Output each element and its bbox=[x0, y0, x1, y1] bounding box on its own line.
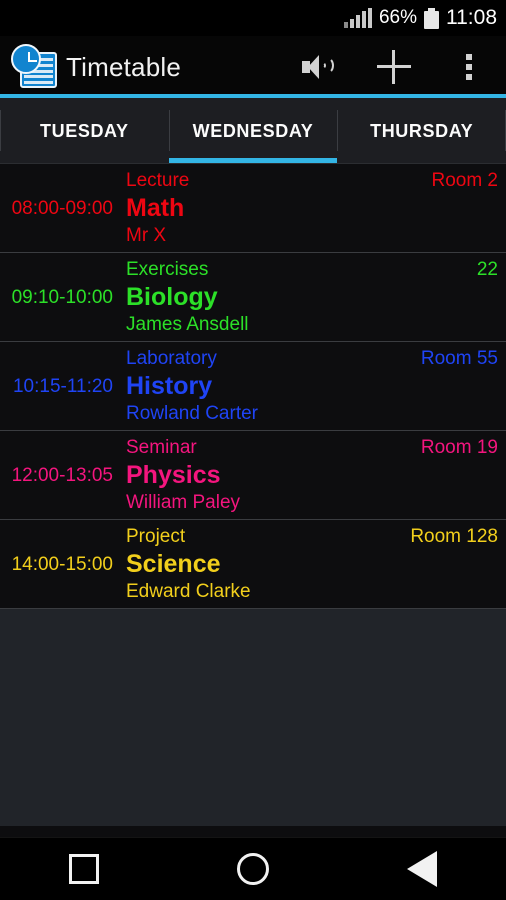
lesson-subject: History bbox=[126, 372, 213, 401]
action-bar-buttons bbox=[281, 36, 506, 98]
lesson-type: Lecture bbox=[126, 170, 190, 192]
lesson-row[interactable]: 08:00-09:00 Lecture Room 2 Math Mr X bbox=[0, 164, 506, 253]
overflow-menu-icon bbox=[465, 54, 472, 80]
lesson-details: Laboratory Room 55 History Rowland Carte… bbox=[126, 342, 498, 431]
action-bar: Timetable bbox=[0, 36, 506, 98]
lesson-row[interactable]: 10:15-11:20 Laboratory Room 55 History R… bbox=[0, 342, 506, 431]
lesson-details: Exercises 22 Biology James Ansdell bbox=[126, 253, 498, 342]
home-circle-icon bbox=[237, 852, 269, 885]
back-button[interactable] bbox=[337, 850, 506, 887]
lesson-type: Exercises bbox=[126, 259, 209, 281]
lesson-row[interactable]: 12:00-13:05 Seminar Room 19 Physics Will… bbox=[0, 431, 506, 520]
lesson-teacher: William Paley bbox=[126, 491, 241, 513]
back-triangle-icon bbox=[406, 850, 437, 887]
lesson-type: Laboratory bbox=[126, 348, 217, 370]
lesson-room: Room 128 bbox=[410, 526, 498, 548]
recents-button[interactable] bbox=[0, 853, 169, 884]
app-screen: 66% 11:08 Timetable TUESDAY WEDNESDAY TH… bbox=[0, 0, 506, 900]
lesson-teacher: Mr X bbox=[126, 224, 167, 246]
day-tabs: TUESDAY WEDNESDAY THURSDAY bbox=[0, 98, 506, 164]
lesson-teacher: Edward Clarke bbox=[126, 580, 251, 602]
app-title: Timetable bbox=[66, 51, 181, 82]
home-button[interactable] bbox=[169, 852, 338, 885]
recents-square-icon bbox=[69, 853, 100, 884]
lesson-room: Room 55 bbox=[420, 348, 498, 370]
tab-tuesday[interactable]: TUESDAY bbox=[0, 98, 169, 164]
tab-wednesday[interactable]: WEDNESDAY bbox=[168, 98, 338, 164]
battery-percent-label: 66% bbox=[378, 7, 417, 28]
lesson-room: Room 19 bbox=[420, 437, 498, 459]
lesson-subject: Math bbox=[126, 194, 185, 223]
lesson-type: Seminar bbox=[126, 437, 197, 459]
signal-bars-icon bbox=[343, 7, 372, 28]
tab-divider bbox=[0, 110, 1, 151]
lesson-list[interactable]: 08:00-09:00 Lecture Room 2 Math Mr X 09:… bbox=[0, 164, 506, 826]
tab-label: TUESDAY bbox=[40, 120, 129, 141]
tab-label: THURSDAY bbox=[370, 120, 474, 141]
lesson-time: 14:00-15:00 bbox=[11, 553, 113, 575]
lesson-row[interactable]: 09:10-10:00 Exercises 22 Biology James A… bbox=[0, 253, 506, 342]
lesson-details: Seminar Room 19 Physics William Paley bbox=[126, 431, 498, 520]
lesson-details: Project Room 128 Science Edward Clarke bbox=[126, 520, 498, 609]
tab-divider bbox=[168, 110, 170, 151]
lesson-teacher: Rowland Carter bbox=[126, 402, 258, 424]
lesson-details: Lecture Room 2 Math Mr X bbox=[126, 164, 498, 253]
timetable-app-icon[interactable] bbox=[9, 44, 59, 90]
lesson-time: 08:00-09:00 bbox=[11, 197, 113, 219]
lesson-subject: Science bbox=[126, 550, 221, 579]
lesson-subject: Biology bbox=[126, 283, 218, 312]
lesson-row[interactable]: 14:00-15:00 Project Room 128 Science Edw… bbox=[0, 520, 506, 609]
add-lesson-button[interactable] bbox=[356, 36, 431, 98]
lesson-room: Room 2 bbox=[431, 170, 498, 192]
tab-divider bbox=[337, 110, 339, 151]
lesson-time: 10:15-11:20 bbox=[12, 375, 113, 397]
status-clock: 11:08 bbox=[446, 6, 497, 29]
lesson-time: 12:00-13:05 bbox=[11, 464, 113, 486]
add-icon bbox=[376, 50, 411, 84]
lesson-subject: Physics bbox=[126, 461, 221, 490]
lesson-type: Project bbox=[126, 526, 186, 548]
tab-thursday[interactable]: THURSDAY bbox=[337, 98, 506, 164]
status-bar: 66% 11:08 bbox=[0, 0, 506, 36]
overflow-menu-button[interactable] bbox=[431, 36, 506, 98]
android-nav-bar bbox=[0, 837, 506, 900]
nav-bar-divider bbox=[0, 837, 506, 838]
tab-label: WEDNESDAY bbox=[192, 120, 314, 141]
lesson-teacher: James Ansdell bbox=[126, 313, 249, 335]
lesson-room: 22 bbox=[476, 259, 498, 281]
volume-icon bbox=[301, 54, 336, 80]
battery-icon bbox=[424, 7, 439, 29]
volume-button[interactable] bbox=[281, 36, 356, 98]
lesson-time: 09:10-10:00 bbox=[11, 286, 113, 308]
